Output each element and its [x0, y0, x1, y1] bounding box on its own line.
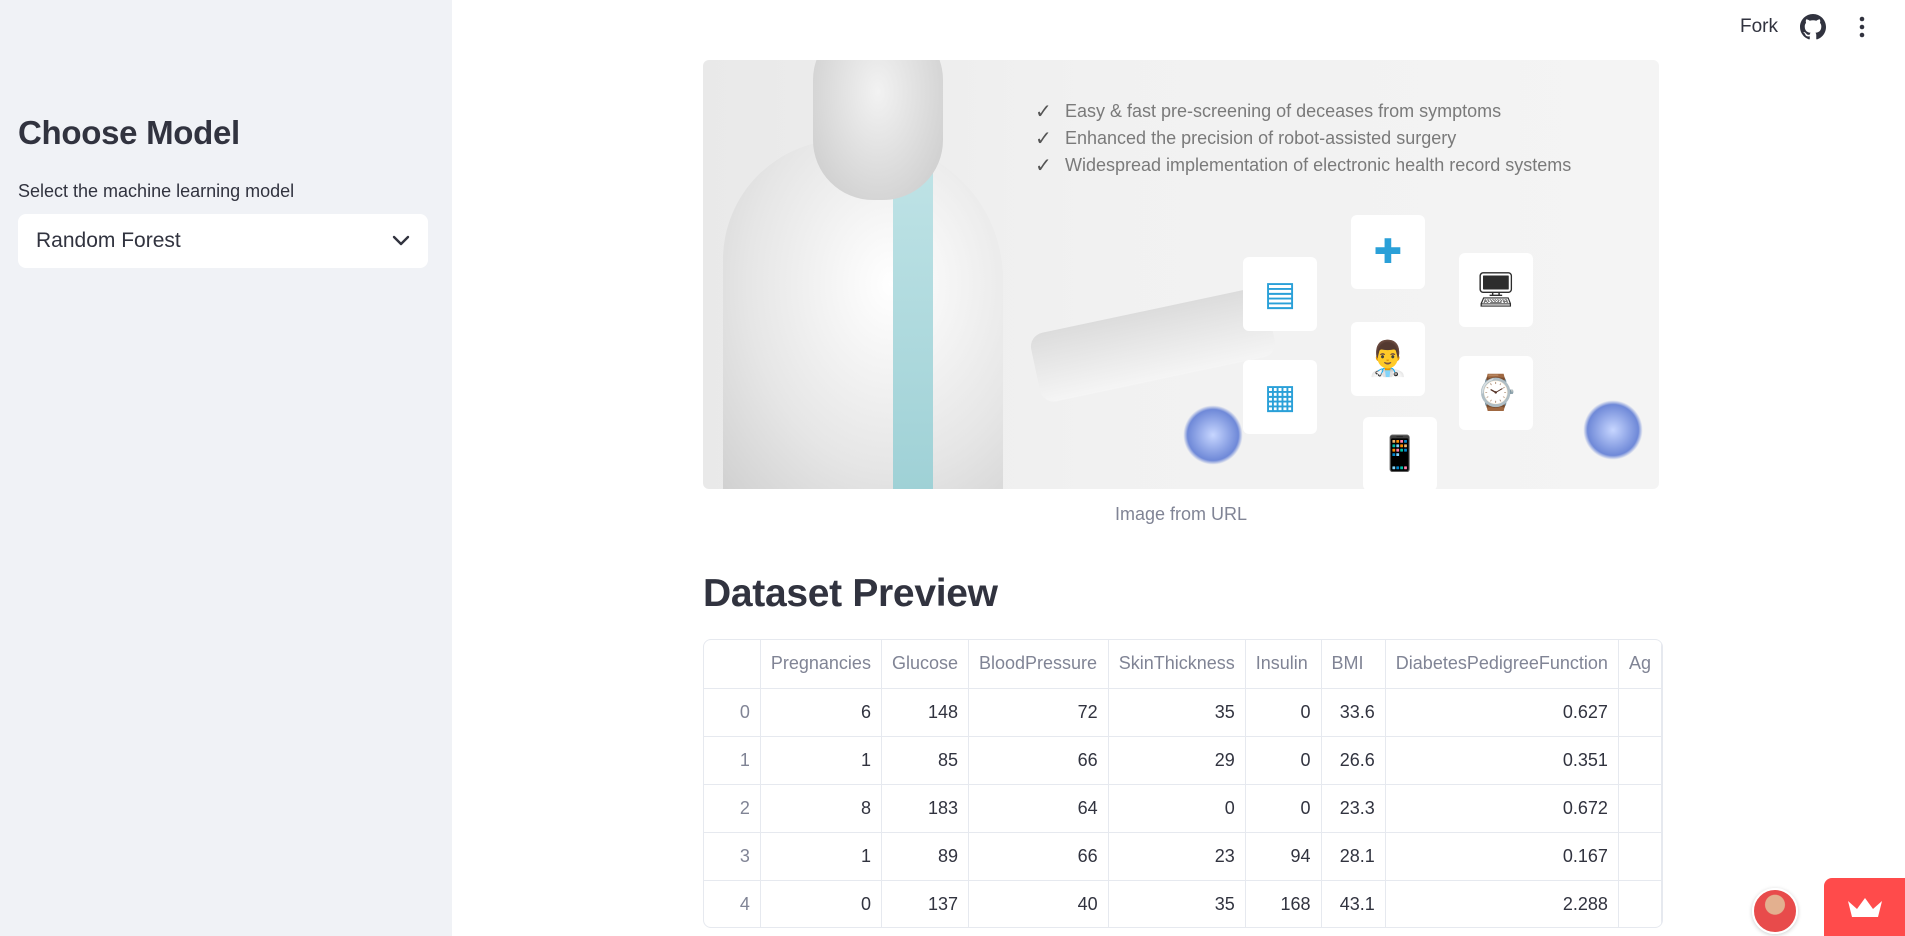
- dataset-table[interactable]: Pregnancies Glucose BloodPressure SkinTh…: [703, 639, 1663, 928]
- table-cell[interactable]: 0.627: [1385, 688, 1619, 737]
- hero-bullets: ✓ Easy & fast pre-screening of deceases f…: [1035, 98, 1571, 179]
- table-cell[interactable]: 35: [1108, 880, 1246, 927]
- row-index: 0: [704, 688, 761, 737]
- table-cell[interactable]: 0.672: [1385, 784, 1619, 833]
- column-header[interactable]: DiabetesPedigreeFunction: [1385, 640, 1619, 689]
- streamlit-badge[interactable]: [1824, 878, 1905, 936]
- github-icon[interactable]: [1800, 14, 1826, 40]
- sidebar-title: Choose Model: [18, 114, 240, 151]
- medical-record-icon: ▦: [1243, 360, 1317, 434]
- table-cell[interactable]: [1618, 832, 1662, 881]
- row-index: 3: [704, 832, 761, 881]
- table-cell[interactable]: [1618, 784, 1662, 833]
- sidebar: Choose Model Select the machine learning…: [0, 0, 452, 936]
- table-cell[interactable]: 23.3: [1321, 784, 1386, 833]
- table-cell[interactable]: 0: [1245, 784, 1322, 833]
- table-cell[interactable]: 0.351: [1385, 736, 1619, 785]
- table-cell[interactable]: [1618, 880, 1662, 927]
- column-header[interactable]: Glucose: [881, 640, 970, 689]
- table-row: 3 1 89 66 23 94 28.1 0.167: [704, 832, 1662, 881]
- column-header[interactable]: Ag: [1618, 640, 1662, 689]
- table-cell[interactable]: 2.288: [1385, 880, 1619, 927]
- table-header-row: Pregnancies Glucose BloodPressure SkinTh…: [704, 640, 1662, 689]
- smartwatch-icon: ⌚: [1459, 356, 1533, 430]
- crown-icon: [1847, 898, 1882, 917]
- column-header[interactable]: Pregnancies: [760, 640, 882, 689]
- model-select[interactable]: Random Forest: [18, 214, 428, 268]
- table-cell[interactable]: 66: [968, 736, 1109, 785]
- check-icon: ✓: [1035, 155, 1052, 177]
- check-icon: ✓: [1035, 101, 1052, 123]
- table-row: 2 8 183 64 0 0 23.3 0.672: [704, 784, 1662, 833]
- table-cell[interactable]: 40: [968, 880, 1109, 927]
- image-caption: Image from URL: [1114, 504, 1248, 524]
- model-select-value: Random Forest: [36, 229, 181, 252]
- phone-app-icon: 📱: [1363, 417, 1437, 489]
- hero-image: ✓ Easy & fast pre-screening of deceases f…: [703, 60, 1659, 489]
- table-cell[interactable]: 94: [1245, 832, 1322, 881]
- user-avatar[interactable]: [1752, 888, 1798, 934]
- table-cell[interactable]: 6: [760, 688, 882, 737]
- table-cell[interactable]: 28.1: [1321, 832, 1386, 881]
- hero-bullet: ✓ Easy & fast pre-screening of deceases f…: [1035, 101, 1502, 123]
- table-cell[interactable]: 35: [1108, 688, 1246, 737]
- table-row: 0 6 148 72 35 0 33.6 0.627: [704, 688, 1662, 737]
- table-cell[interactable]: 85: [881, 736, 970, 785]
- table-cell[interactable]: 1: [760, 736, 882, 785]
- robot-head: [813, 60, 943, 200]
- chart-tablet-icon: ▤: [1243, 257, 1317, 331]
- row-index: 2: [704, 784, 761, 833]
- table-cell[interactable]: 137: [881, 880, 970, 927]
- fork-button[interactable]: Fork: [1740, 16, 1778, 38]
- doctor-icon: 👨‍⚕: [1351, 322, 1425, 396]
- table-cell[interactable]: 8: [760, 784, 882, 833]
- hero-bullet: ✓ Enhanced the precision of robot-assiste…: [1035, 128, 1457, 150]
- table-cell[interactable]: 0: [1108, 784, 1246, 833]
- row-index: 4: [704, 880, 761, 927]
- table-cell[interactable]: [1618, 688, 1662, 737]
- column-header[interactable]: Insulin: [1245, 640, 1322, 689]
- table-cell[interactable]: 26.6: [1321, 736, 1386, 785]
- robot-collar: [893, 160, 933, 489]
- table-cell[interactable]: 23: [1108, 832, 1246, 881]
- table-cell[interactable]: 43.1: [1321, 880, 1386, 927]
- table-cell[interactable]: 183: [881, 784, 970, 833]
- row-index: 1: [704, 736, 761, 785]
- table-cell[interactable]: 72: [968, 688, 1109, 737]
- column-header[interactable]: SkinThickness: [1108, 640, 1246, 689]
- table-cell[interactable]: 0.167: [1385, 832, 1619, 881]
- table-row: 1 1 85 66 29 0 26.6 0.351: [704, 736, 1662, 785]
- table-cell[interactable]: 0: [760, 880, 882, 927]
- table-cell[interactable]: [1618, 736, 1662, 785]
- table-cell[interactable]: 0: [1245, 688, 1322, 737]
- dataset-title: Dataset Preview: [703, 572, 998, 615]
- table-cell[interactable]: 148: [881, 688, 970, 737]
- check-icon: ✓: [1035, 128, 1052, 150]
- more-vertical-icon[interactable]: [1850, 14, 1874, 40]
- chevron-down-icon: [392, 235, 410, 246]
- table-cell[interactable]: 66: [968, 832, 1109, 881]
- table-cell[interactable]: 89: [881, 832, 970, 881]
- robot-hand-left: [1183, 405, 1243, 465]
- hero-bullet: ✓ Widespread implementation of electronic…: [1035, 155, 1572, 177]
- column-header[interactable]: BloodPressure: [968, 640, 1109, 689]
- table-cell[interactable]: 64: [968, 784, 1109, 833]
- table-cell[interactable]: 0: [1245, 736, 1322, 785]
- table-cell[interactable]: 29: [1108, 736, 1246, 785]
- robot-hand-right: [1583, 400, 1643, 460]
- monitor-icon: 🖥: [1459, 253, 1533, 327]
- tablet-illustration: [1028, 285, 1278, 405]
- table-cell[interactable]: 168: [1245, 880, 1322, 927]
- medical-display-icon: ✚: [1351, 215, 1425, 289]
- table-row: 4 0 137 40 35 168 43.1 2.288: [704, 880, 1662, 927]
- column-header[interactable]: BMI: [1321, 640, 1386, 689]
- table-cell[interactable]: 1: [760, 832, 882, 881]
- model-select-label: Select the machine learning model: [18, 181, 295, 201]
- table-cell[interactable]: 33.6: [1321, 688, 1386, 737]
- index-header: [704, 640, 761, 689]
